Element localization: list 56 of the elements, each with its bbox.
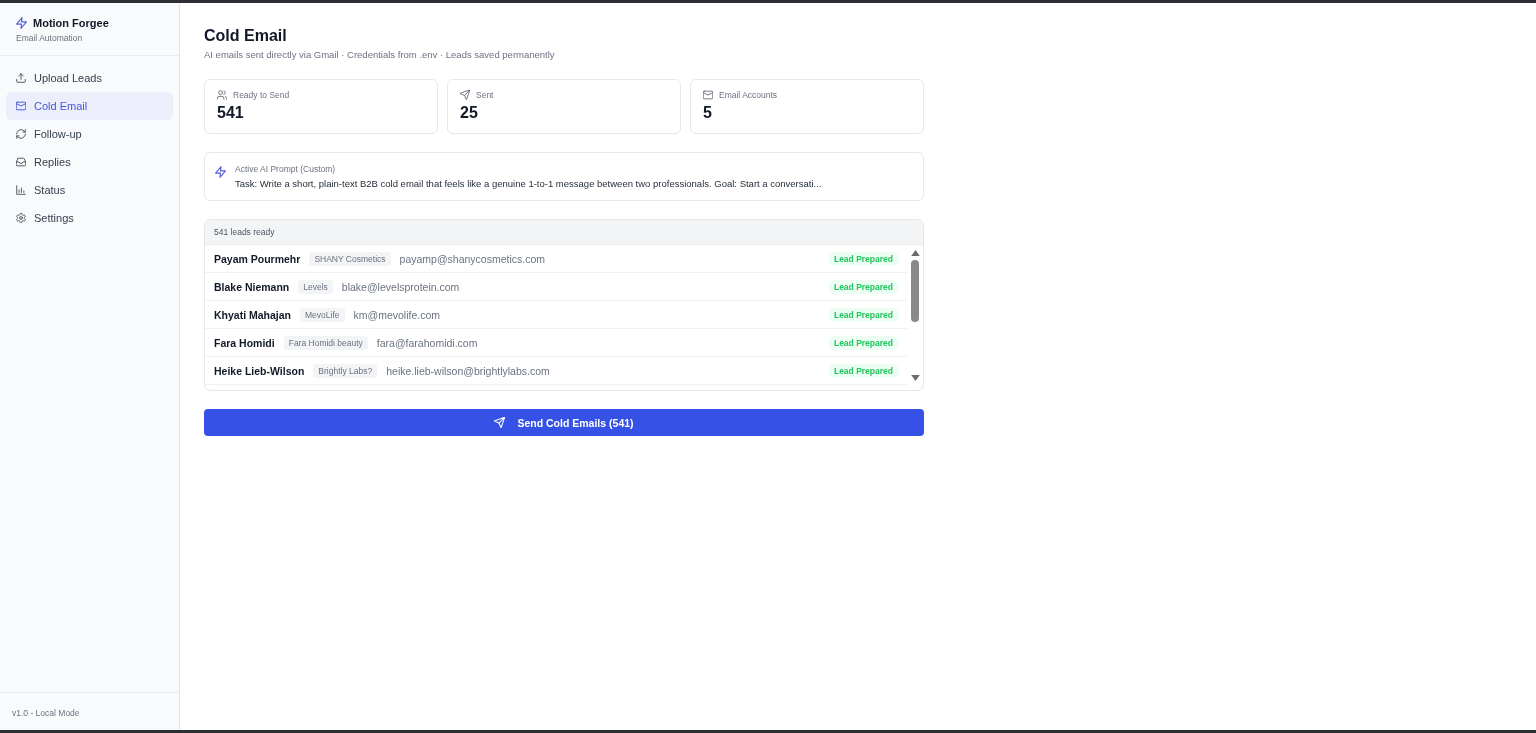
send-icon (494, 417, 506, 428)
sidebar-item[interactable]: Settings (6, 204, 173, 232)
stat-value: 5 (703, 103, 713, 123)
leads-count: 541 leads ready (214, 227, 275, 237)
lead-name: Heike Lieb-Wilson (214, 364, 305, 377)
company-tag: SHANY Cosmetics (309, 251, 391, 266)
sidebar-item[interactable]: Upload Leads (6, 64, 173, 92)
mail-icon (16, 101, 26, 111)
lead-name: Fara Homidi (214, 336, 275, 349)
lead-name: Blake Niemann (214, 280, 290, 293)
page-title: Cold Email (204, 26, 288, 46)
sidebar-item[interactable]: Cold Email (6, 92, 173, 120)
users-icon (217, 90, 227, 100)
prompt-title: Active AI Prompt (Custom) (235, 163, 337, 175)
stat-label: Email Accounts (719, 90, 778, 100)
lead-email: fara@farahomidi.com (376, 336, 478, 349)
refresh-icon (16, 129, 26, 139)
lightning-icon (215, 166, 226, 178)
company-tag: MevoLife (300, 307, 345, 322)
sidebar-item[interactable]: Replies (6, 148, 173, 176)
page-subtitle: AI emails sent directly via Gmail · Credentials from .env · Leads saved permanently (204, 48, 556, 62)
mail-icon (703, 90, 713, 100)
brand-tagline: Email Automation (16, 33, 84, 43)
stat-label: Sent (476, 90, 494, 100)
lead-email: km@mevolife.com (353, 308, 441, 321)
settings-icon (16, 213, 26, 223)
status-badge: Lead Prepared (827, 251, 899, 266)
upload-icon (16, 73, 26, 83)
status-badge: Lead Prepared (827, 279, 899, 294)
lead-name: Khyati Mahajan (214, 308, 292, 321)
inbox-icon (16, 157, 26, 167)
stat-label: Ready to Send (233, 90, 290, 100)
lead-email: blake@levelsprotein.com (341, 280, 460, 293)
lightning-icon (16, 17, 27, 29)
lead-name: Payam Pourmehr (214, 252, 301, 265)
sidebar-item[interactable]: Follow-up (6, 120, 173, 148)
lead-email: payamp@shanycosmetics.com (399, 252, 545, 265)
company-tag: Fara Homidi beauty (283, 335, 368, 350)
company-tag: Brightly Labs? (313, 363, 378, 378)
scroll-down-icon[interactable] (910, 375, 920, 381)
scroll-up-icon[interactable] (910, 250, 920, 256)
company-tag: Levels (298, 279, 333, 294)
prompt-text: Task: Write a short, plain-text B2B cold email that feels like a genuine 1-to-1 message between two professionals. Goal: Start a conversati... (235, 177, 822, 191)
status-badge: Lead Prepared (827, 307, 899, 322)
status-badge: Lead Prepared (827, 363, 899, 378)
status-badge: Lead Prepared (827, 335, 899, 350)
bar-chart-icon (16, 185, 26, 195)
stat-value: 541 (217, 103, 245, 123)
stat-value: 25 (460, 103, 479, 123)
send-button[interactable]: Send Cold Emails (541) (204, 409, 924, 436)
send-icon (460, 90, 470, 100)
sidebar-item[interactable]: Status (6, 176, 173, 204)
lead-email: heike.lieb-wilson@brightlylabs.com (386, 364, 550, 377)
scrollbar-thumb[interactable] (911, 260, 919, 322)
version-label: v1.0 - Local Mode (12, 708, 80, 718)
brand-name: Motion Forgee (33, 17, 109, 29)
